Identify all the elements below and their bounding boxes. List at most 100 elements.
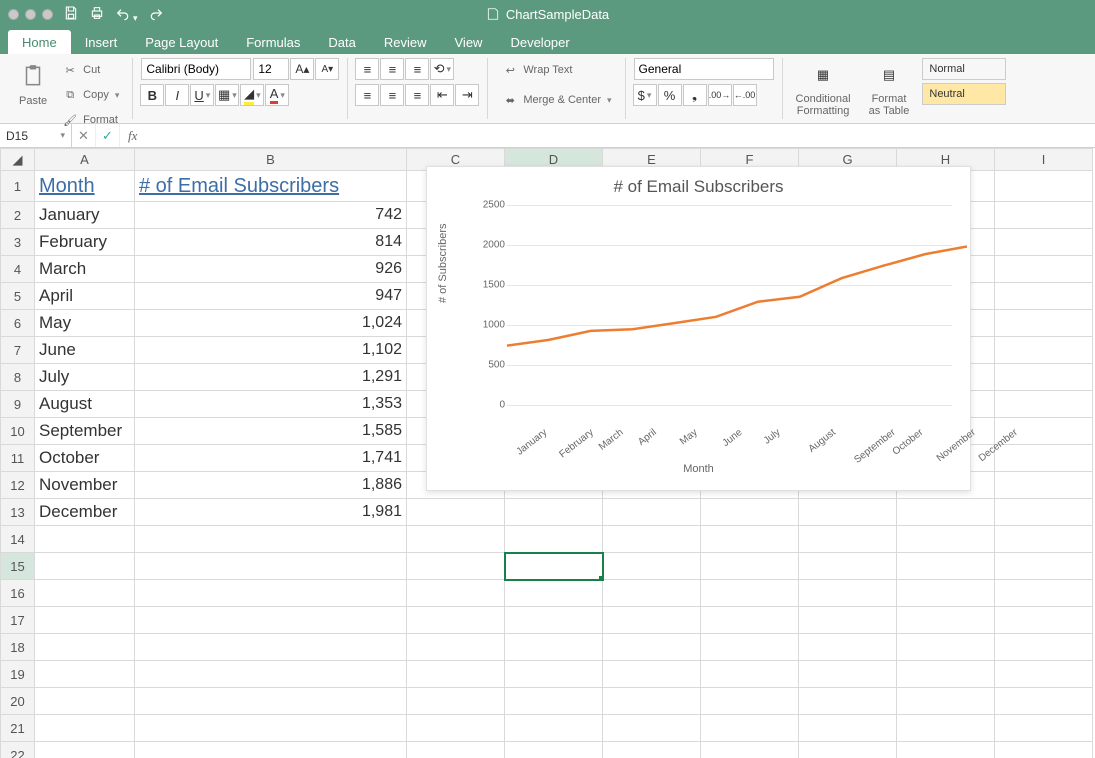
- row-header-6[interactable]: 6: [1, 310, 35, 337]
- cell-D16[interactable]: [505, 580, 603, 607]
- cell-F21[interactable]: [701, 715, 799, 742]
- cell-A9[interactable]: August: [35, 391, 135, 418]
- tab-page-layout[interactable]: Page Layout: [131, 30, 232, 54]
- decrease-font-button[interactable]: A▾: [315, 58, 339, 80]
- cell-A8[interactable]: July: [35, 364, 135, 391]
- align-bottom-button[interactable]: ≡: [405, 58, 429, 80]
- cell-B7[interactable]: 1,102: [135, 337, 407, 364]
- cell-I16[interactable]: [995, 580, 1093, 607]
- cell-G20[interactable]: [799, 688, 897, 715]
- cell-F13[interactable]: [701, 499, 799, 526]
- fill-color-button[interactable]: ◢▾: [240, 84, 264, 106]
- cell-I9[interactable]: [995, 391, 1093, 418]
- cell-G14[interactable]: [799, 526, 897, 553]
- align-left-button[interactable]: ≡: [355, 84, 379, 106]
- cell-B6[interactable]: 1,024: [135, 310, 407, 337]
- cell-H20[interactable]: [897, 688, 995, 715]
- border-button[interactable]: ▦▾: [215, 84, 239, 106]
- cell-A17[interactable]: [35, 607, 135, 634]
- row-header-15[interactable]: 15: [1, 553, 35, 580]
- cell-A5[interactable]: April: [35, 283, 135, 310]
- cell-H14[interactable]: [897, 526, 995, 553]
- increase-decimal-button[interactable]: .00→: [708, 84, 732, 106]
- cell-B11[interactable]: 1,741: [135, 445, 407, 472]
- bold-button[interactable]: B: [140, 84, 164, 106]
- row-header-4[interactable]: 4: [1, 256, 35, 283]
- cell-B21[interactable]: [135, 715, 407, 742]
- cell-B5[interactable]: 947: [135, 283, 407, 310]
- cell-B13[interactable]: 1,981: [135, 499, 407, 526]
- row-header-19[interactable]: 19: [1, 661, 35, 688]
- cell-A20[interactable]: [35, 688, 135, 715]
- cell-B19[interactable]: [135, 661, 407, 688]
- align-right-button[interactable]: ≡: [405, 84, 429, 106]
- cell-I13[interactable]: [995, 499, 1093, 526]
- enter-formula-button[interactable]: ✓: [96, 124, 120, 147]
- cut-button[interactable]: ✂Cut: [56, 58, 124, 82]
- cell-B12[interactable]: 1,886: [135, 472, 407, 499]
- cell-C15[interactable]: [407, 553, 505, 580]
- cell-E13[interactable]: [603, 499, 701, 526]
- cell-C13[interactable]: [407, 499, 505, 526]
- cell-A13[interactable]: December: [35, 499, 135, 526]
- cell-E18[interactable]: [603, 634, 701, 661]
- italic-button[interactable]: I: [165, 84, 189, 106]
- cell-F20[interactable]: [701, 688, 799, 715]
- cell-B14[interactable]: [135, 526, 407, 553]
- select-all-cell[interactable]: ◢: [1, 149, 35, 171]
- wrap-text-button[interactable]: ↩Wrap Text: [496, 58, 616, 82]
- cell-I5[interactable]: [995, 283, 1093, 310]
- cell-C17[interactable]: [407, 607, 505, 634]
- row-header-8[interactable]: 8: [1, 364, 35, 391]
- increase-indent-button[interactable]: ⇥: [455, 84, 479, 106]
- cell-G18[interactable]: [799, 634, 897, 661]
- row-header-13[interactable]: 13: [1, 499, 35, 526]
- row-header-18[interactable]: 18: [1, 634, 35, 661]
- cell-A14[interactable]: [35, 526, 135, 553]
- cell-G19[interactable]: [799, 661, 897, 688]
- cell-G21[interactable]: [799, 715, 897, 742]
- cell-B16[interactable]: [135, 580, 407, 607]
- cell-A19[interactable]: [35, 661, 135, 688]
- cell-A4[interactable]: March: [35, 256, 135, 283]
- name-box[interactable]: D15▾: [0, 124, 72, 147]
- orientation-button[interactable]: ⟲▾: [430, 58, 454, 80]
- underline-button[interactable]: U▾: [190, 84, 214, 106]
- spreadsheet-grid[interactable]: ◢ABCDEFGHI1Month# of Email Subscribers2J…: [0, 148, 1095, 758]
- cell-B3[interactable]: 814: [135, 229, 407, 256]
- copy-button[interactable]: ⧉Copy▾: [56, 83, 124, 107]
- cell-I21[interactable]: [995, 715, 1093, 742]
- style-neutral[interactable]: Neutral: [922, 83, 1006, 105]
- redo-icon[interactable]: [148, 5, 164, 24]
- row-header-17[interactable]: 17: [1, 607, 35, 634]
- cell-E17[interactable]: [603, 607, 701, 634]
- comma-button[interactable]: ❟: [683, 84, 707, 106]
- cell-A2[interactable]: January: [35, 202, 135, 229]
- cell-A15[interactable]: [35, 553, 135, 580]
- font-size-select[interactable]: [253, 58, 289, 80]
- row-header-21[interactable]: 21: [1, 715, 35, 742]
- zoom-window-icon[interactable]: [42, 9, 53, 20]
- cell-A21[interactable]: [35, 715, 135, 742]
- cell-I19[interactable]: [995, 661, 1093, 688]
- cell-E21[interactable]: [603, 715, 701, 742]
- conditional-formatting-button[interactable]: ▦ Conditional Formatting: [791, 58, 856, 120]
- row-header-5[interactable]: 5: [1, 283, 35, 310]
- cell-I7[interactable]: [995, 337, 1093, 364]
- cell-I20[interactable]: [995, 688, 1093, 715]
- cell-B20[interactable]: [135, 688, 407, 715]
- cell-D18[interactable]: [505, 634, 603, 661]
- cell-A7[interactable]: June: [35, 337, 135, 364]
- cell-G17[interactable]: [799, 607, 897, 634]
- cell-H16[interactable]: [897, 580, 995, 607]
- paste-button[interactable]: Paste: [14, 58, 52, 132]
- cell-F19[interactable]: [701, 661, 799, 688]
- cell-E14[interactable]: [603, 526, 701, 553]
- cell-A1[interactable]: Month: [35, 171, 135, 202]
- row-header-14[interactable]: 14: [1, 526, 35, 553]
- cell-H18[interactable]: [897, 634, 995, 661]
- cell-I18[interactable]: [995, 634, 1093, 661]
- cell-F15[interactable]: [701, 553, 799, 580]
- cell-A18[interactable]: [35, 634, 135, 661]
- cell-C22[interactable]: [407, 742, 505, 758]
